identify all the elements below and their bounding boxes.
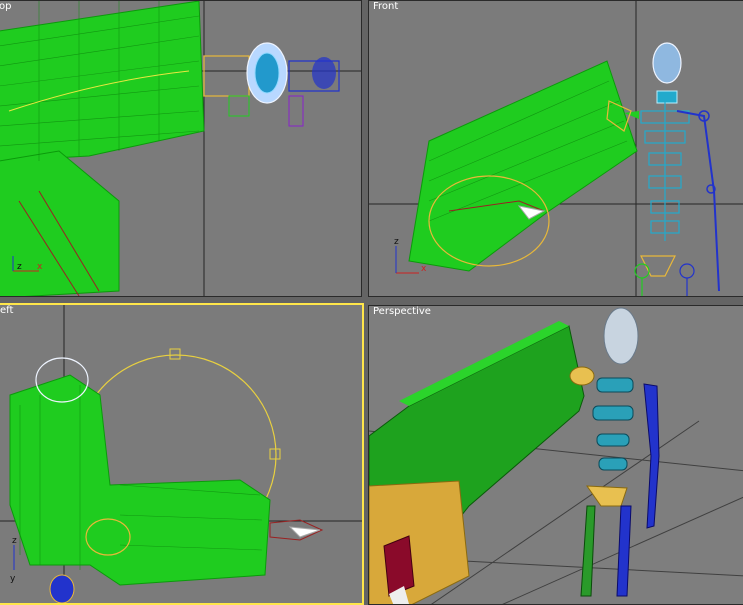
viewport-label-left[interactable]: eft (0, 305, 13, 316)
gun-cylinder-perspective (369, 480, 470, 604)
viewport-perspective[interactable]: Perspective (368, 305, 743, 605)
front-view-canvas: z x (369, 1, 743, 296)
top-view-canvas: z x (0, 1, 361, 296)
arm-bone-front (676, 110, 720, 292)
viewport-label-front[interactable]: Front (373, 1, 398, 12)
skull-perspective (603, 307, 639, 365)
hand-bone-top (203, 55, 250, 97)
gun-mesh-left (9, 374, 271, 586)
viewport-left[interactable]: eft z y (0, 303, 364, 605)
viewport-top[interactable]: op z x (0, 0, 362, 297)
axis-z-left: z (12, 536, 17, 546)
axis-y-left: y (10, 574, 16, 584)
axis-x-front: x (421, 264, 427, 274)
axis-x-top: x (37, 262, 43, 272)
viewport-front[interactable]: Front z x (368, 0, 743, 297)
pelvis-perspective (586, 485, 628, 507)
perspective-view-canvas (369, 307, 743, 604)
axis-z-front: z (394, 237, 399, 247)
gizmo-handle-right[interactable] (269, 448, 281, 460)
left-view-canvas: z y (0, 305, 362, 603)
gun-handle-mesh-top (0, 150, 120, 296)
gizmo-handle-top[interactable] (169, 348, 181, 360)
arm-bone-perspective (643, 383, 660, 529)
axis-z-top: z (17, 262, 22, 272)
skull-front (652, 42, 682, 84)
gun-mesh-front (408, 60, 638, 272)
viewport-label-perspective[interactable]: Perspective (373, 306, 431, 317)
gun-mesh-top (0, 1, 205, 162)
viewport-label-top[interactable]: op (0, 1, 11, 12)
